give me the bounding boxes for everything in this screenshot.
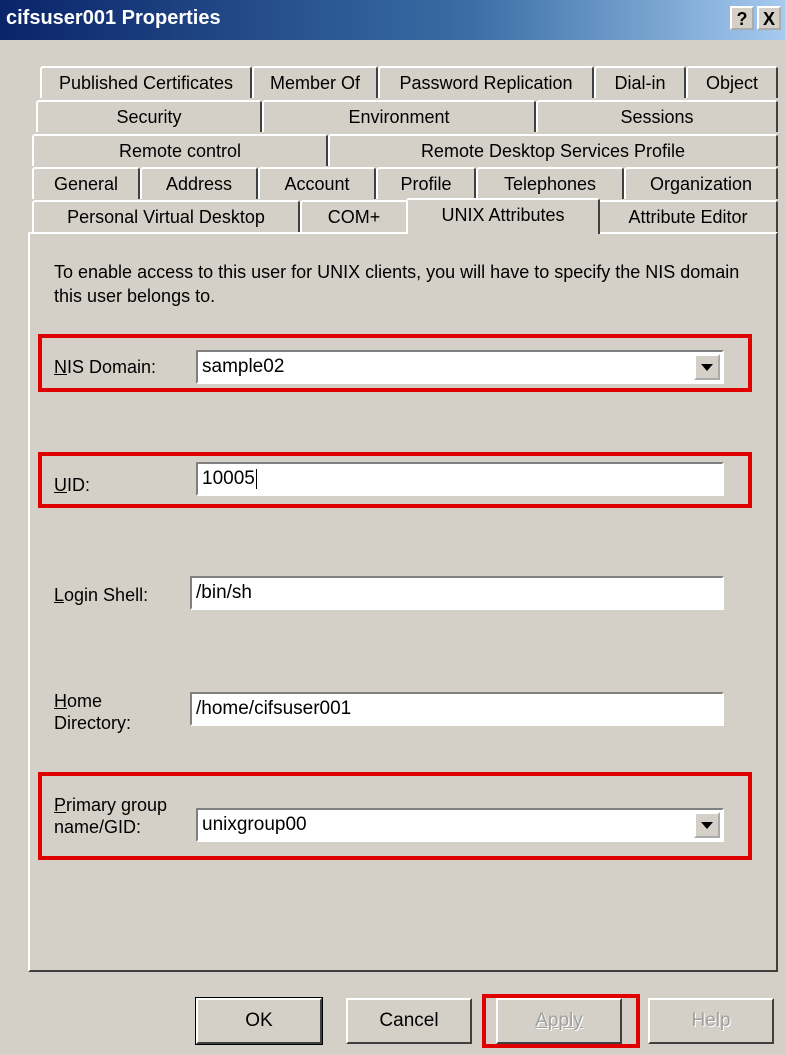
tab-unix-attributes[interactable]: UNIX Attributes — [406, 198, 600, 234]
primary-group-label-accesskey: P — [54, 795, 67, 815]
tab-remote-desktop-services-profile[interactable]: Remote Desktop Services Profile — [328, 134, 778, 166]
window-title: cifsuser001 Properties — [6, 7, 221, 29]
tab-environment[interactable]: Environment — [262, 100, 536, 132]
primary-group-label-line2: name/GID: — [54, 817, 142, 837]
ok-button-label: OK — [245, 1010, 273, 1031]
cancel-button-label: Cancel — [379, 1010, 439, 1031]
home-directory-label: Home Directory: — [54, 690, 131, 734]
apply-button[interactable]: Apply — [496, 998, 622, 1044]
cancel-button[interactable]: Cancel — [346, 998, 472, 1044]
nis-domain-label: NIS Domain: — [54, 356, 156, 378]
login-shell-label: Login Shell: — [54, 584, 148, 606]
primary-group-label-text: rimary group — [66, 795, 168, 815]
tab-sessions[interactable]: Sessions — [536, 100, 778, 132]
tab-password-replication[interactable]: Password Replication — [378, 66, 594, 98]
nis-domain-value: sample02 — [202, 356, 285, 377]
uid-label-accesskey: U — [54, 475, 67, 495]
nis-domain-combobox[interactable]: sample02 — [196, 350, 724, 384]
tab-account[interactable]: Account — [258, 167, 376, 199]
ok-button[interactable]: OK — [195, 997, 323, 1045]
uid-value: 10005 — [202, 468, 255, 489]
primary-group-value: unixgroup00 — [202, 814, 307, 835]
help-button-label: Help — [691, 1010, 731, 1031]
primary-group-combobox[interactable]: unixgroup00 — [196, 808, 724, 842]
tab-address[interactable]: Address — [140, 167, 258, 199]
tab-general[interactable]: General — [32, 167, 140, 199]
home-directory-value: /home/cifsuser001 — [196, 698, 352, 719]
title-bar[interactable]: cifsuser001 Properties ? X — [0, 0, 785, 40]
tab-attribute-editor[interactable]: Attribute Editor — [598, 200, 778, 232]
tab-object[interactable]: Object — [686, 66, 778, 98]
home-directory-label-text: ome — [67, 691, 103, 711]
tab-remote-control[interactable]: Remote control — [32, 134, 328, 166]
login-shell-value: /bin/sh — [196, 582, 252, 603]
intro-text: To enable access to this user for UNIX c… — [54, 262, 740, 306]
tab-profile[interactable]: Profile — [376, 167, 476, 199]
uid-label-text: ID: — [67, 475, 91, 495]
home-directory-input[interactable]: /home/cifsuser001 — [190, 692, 724, 726]
chevron-down-icon — [701, 364, 713, 371]
tab-security[interactable]: Security — [36, 100, 262, 132]
nis-domain-dropdown-button[interactable] — [694, 354, 720, 380]
tab-com-plus[interactable]: COM+ — [300, 200, 408, 232]
login-shell-label-accesskey: L — [54, 585, 65, 605]
tab-dial-in[interactable]: Dial-in — [594, 66, 686, 98]
unix-attributes-panel: To enable access to this user for UNIX c… — [28, 232, 778, 972]
chevron-down-icon — [701, 822, 713, 829]
nis-domain-label-accesskey: N — [54, 357, 67, 377]
nis-domain-label-text: IS Domain: — [67, 357, 157, 377]
tab-telephones[interactable]: Telephones — [476, 167, 624, 199]
close-icon[interactable]: X — [757, 6, 781, 30]
home-directory-label-accesskey: H — [54, 691, 67, 711]
primary-group-dropdown-button[interactable] — [694, 812, 720, 838]
text-cursor — [255, 468, 257, 489]
tab-organization[interactable]: Organization — [624, 167, 778, 199]
uid-label: UID: — [54, 474, 90, 496]
properties-dialog: cifsuser001 Properties ? X Published Cer… — [0, 0, 785, 1055]
home-directory-label-line2: Directory: — [54, 713, 132, 733]
primary-group-label: Primary group name/GID: — [54, 794, 167, 838]
help-icon[interactable]: ? — [730, 6, 754, 30]
apply-button-label: Apply — [535, 1010, 583, 1031]
login-shell-label-text: ogin Shell: — [64, 585, 149, 605]
login-shell-input[interactable]: /bin/sh — [190, 576, 724, 610]
help-button[interactable]: Help — [648, 998, 774, 1044]
tab-published-certificates[interactable]: Published Certificates — [40, 66, 252, 98]
tab-member-of[interactable]: Member Of — [252, 66, 378, 98]
uid-input[interactable]: 10005 — [196, 462, 724, 496]
tab-personal-virtual-desktop[interactable]: Personal Virtual Desktop — [32, 200, 300, 232]
